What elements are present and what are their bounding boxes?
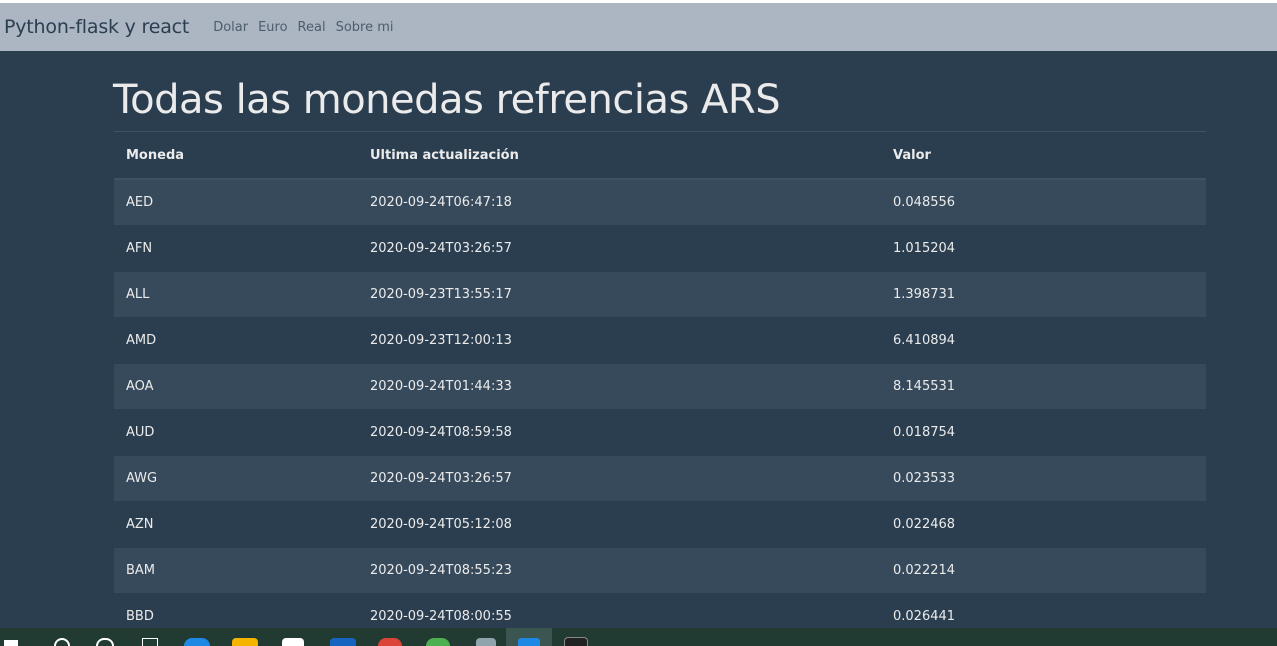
header-ultima-actualizacion: Ultima actualización: [358, 132, 881, 180]
windows-start-icon[interactable]: [4, 640, 18, 646]
task-view-icon[interactable]: [142, 638, 158, 646]
cell-moneda: BBD: [114, 593, 358, 628]
nav-link-sobre-mi[interactable]: Sobre mi: [336, 20, 394, 35]
cell-fecha: 2020-09-24T03:26:57: [358, 455, 881, 502]
cell-fecha: 2020-09-24T01:44:33: [358, 363, 881, 410]
cell-valor: 0.026441: [881, 593, 1206, 628]
cortana-icon[interactable]: [96, 638, 114, 646]
cell-fecha: 2020-09-24T06:47:18: [358, 178, 881, 226]
photos-icon[interactable]: [506, 628, 552, 646]
currency-table: Moneda Ultima actualización Valor AED 20…: [114, 132, 1206, 628]
navbar: Python-flask y react Dolar Euro Real Sob…: [0, 3, 1277, 51]
cell-moneda: AWG: [114, 455, 358, 502]
cell-fecha: 2020-09-23T12:00:13: [358, 317, 881, 364]
nav-link-real[interactable]: Real: [298, 20, 326, 35]
app-icon[interactable]: [426, 638, 450, 646]
table-row: AED 2020-09-24T06:47:18 0.048556: [114, 178, 1206, 226]
notepad-icon[interactable]: [476, 638, 496, 646]
cell-moneda: BAM: [114, 547, 358, 594]
cell-moneda: ALL: [114, 271, 358, 318]
header-valor: Valor: [881, 132, 1206, 180]
cell-fecha: 2020-09-23T13:55:17: [358, 271, 881, 318]
table-row: BBD 2020-09-24T08:00:55 0.026441: [114, 593, 1206, 628]
cell-valor: 0.022468: [881, 501, 1206, 548]
cell-valor: 0.018754: [881, 409, 1206, 456]
file-explorer-icon[interactable]: [232, 638, 258, 646]
currency-table-container: Moneda Ultima actualización Valor AED 20…: [114, 131, 1206, 628]
table-row: AFN 2020-09-24T03:26:57 1.015204: [114, 225, 1206, 272]
windows-taskbar: [0, 628, 1277, 646]
mail-icon[interactable]: [330, 638, 356, 646]
page-title: Todas las monedas refrencias ARS: [113, 77, 781, 123]
terminal-icon[interactable]: [564, 637, 588, 646]
table-row: AZN 2020-09-24T05:12:08 0.022468: [114, 501, 1206, 548]
cell-moneda: AED: [114, 178, 358, 226]
table-row: AUD 2020-09-24T08:59:58 0.018754: [114, 409, 1206, 456]
cell-moneda: AOA: [114, 363, 358, 410]
edge-icon[interactable]: [184, 638, 210, 646]
cell-valor: 6.410894: [881, 317, 1206, 364]
table-row: AWG 2020-09-24T03:26:57 0.023533: [114, 455, 1206, 502]
header-moneda: Moneda: [114, 132, 358, 180]
search-icon[interactable]: [54, 638, 70, 646]
cell-valor: 1.398731: [881, 271, 1206, 318]
cell-moneda: AZN: [114, 501, 358, 548]
cell-fecha: 2020-09-24T05:12:08: [358, 501, 881, 548]
cell-moneda: AUD: [114, 409, 358, 456]
cell-valor: 0.023533: [881, 455, 1206, 502]
table-row: ALL 2020-09-23T13:55:17 1.398731: [114, 271, 1206, 318]
cell-valor: 0.022214: [881, 547, 1206, 594]
table-header-row: Moneda Ultima actualización Valor: [114, 132, 1206, 180]
chrome-icon[interactable]: [378, 638, 402, 646]
nav-link-dolar[interactable]: Dolar: [213, 20, 248, 35]
table-row: BAM 2020-09-24T08:55:23 0.022214: [114, 547, 1206, 594]
cell-valor: 0.048556: [881, 178, 1206, 226]
main-content: Todas las monedas refrencias ARS Moneda …: [0, 51, 1277, 628]
cell-fecha: 2020-09-24T03:26:57: [358, 225, 881, 272]
cell-valor: 1.015204: [881, 225, 1206, 272]
store-icon[interactable]: [282, 638, 304, 646]
table-row: AMD 2020-09-23T12:00:13 6.410894: [114, 317, 1206, 364]
nav-link-euro[interactable]: Euro: [258, 20, 287, 35]
navbar-brand[interactable]: Python-flask y react: [4, 16, 189, 38]
table-row: AOA 2020-09-24T01:44:33 8.145531: [114, 363, 1206, 410]
cell-fecha: 2020-09-24T08:55:23: [358, 547, 881, 594]
cell-fecha: 2020-09-24T08:00:55: [358, 593, 881, 628]
cell-moneda: AMD: [114, 317, 358, 364]
cell-moneda: AFN: [114, 225, 358, 272]
cell-fecha: 2020-09-24T08:59:58: [358, 409, 881, 456]
cell-valor: 8.145531: [881, 363, 1206, 410]
